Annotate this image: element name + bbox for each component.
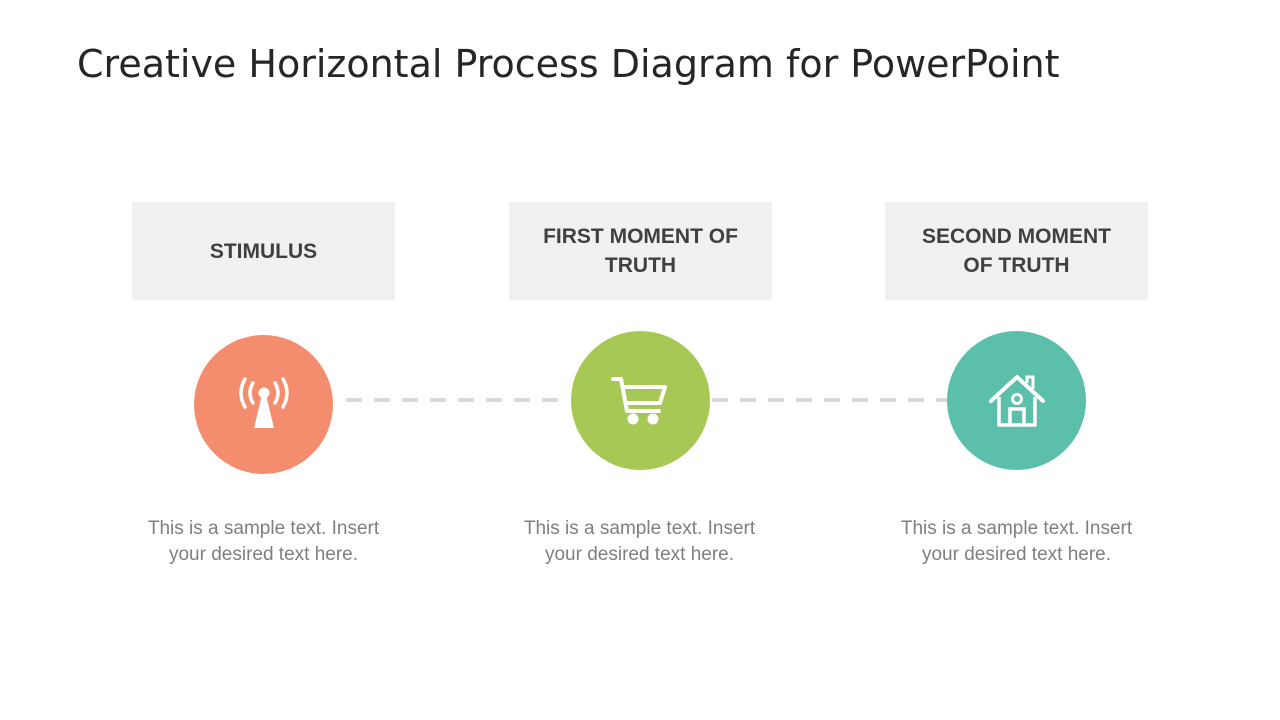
shopping-cart-icon [610, 376, 667, 424]
step-description: This is a sample text. Insert your desir… [147, 518, 380, 565]
step-description: This is a sample text. Insert your desir… [900, 518, 1133, 565]
slide-title: Creative Horizontal Process Diagram for … [77, 42, 1060, 86]
step-label-box-stimulus: STIMULUS [132, 202, 395, 300]
step-label-box-first-moment: FIRST MOMENT OF TRUTH [509, 202, 772, 300]
antenna-signal-icon [238, 376, 289, 428]
dashed-connector-1 [346, 398, 560, 402]
step-circle-first-moment [571, 331, 710, 470]
step-label: FIRST MOMENT OF TRUTH [543, 225, 738, 277]
dashed-connector-2 [712, 398, 948, 402]
step-circle-stimulus [194, 335, 333, 474]
step-label-box-second-moment: SECOND MOMENT OF TRUTH [885, 202, 1148, 300]
step-label: STIMULUS [209, 239, 318, 263]
step-description: This is a sample text. Insert your desir… [523, 518, 756, 565]
step-circle-second-moment [947, 331, 1086, 470]
step-label: SECOND MOMENT OF TRUTH [922, 225, 1111, 277]
house-icon [988, 374, 1045, 427]
